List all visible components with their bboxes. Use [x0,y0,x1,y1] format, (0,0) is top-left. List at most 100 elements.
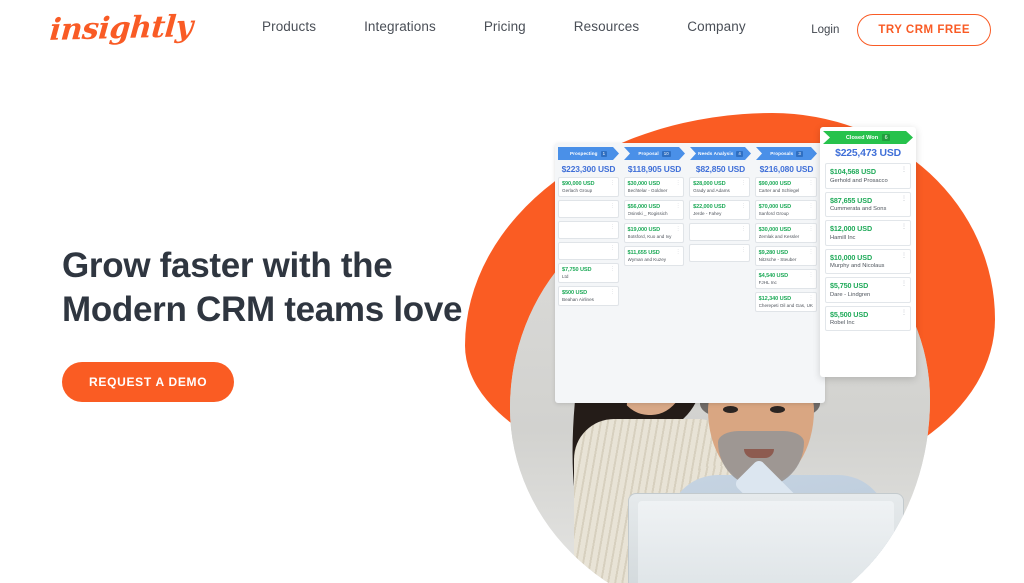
hero-title-line-1: Grow faster with the [62,246,393,285]
more-options-icon[interactable]: ⋮ [610,204,615,209]
nav-item-integrations[interactable]: Integrations [364,19,436,34]
deal-card[interactable]: ⋮ [558,200,619,218]
closed-won-deal-list: ⋮ $104,568 USD Gerhold and Prosacco ⋮ $8… [825,163,911,331]
pipeline-stage-proposals[interactable]: Proposals 3 [756,147,817,160]
more-options-icon[interactable]: ⋮ [808,204,813,209]
deal-amount: $5,500 USD [830,309,869,319]
deal-card[interactable]: ⋮ $19,000 USD Botsford, Kuo and Ivy [623,223,685,243]
more-options-icon[interactable]: ⋮ [808,250,813,255]
deal-card[interactable]: ⋮ [689,223,750,241]
more-options-icon[interactable]: ⋮ [610,267,615,272]
stage-count: 1 [602,151,606,156]
pipeline-stage-prospecting[interactable]: Prospecting 1 [558,147,619,160]
laptop-lid-inner [638,501,894,583]
deal-card[interactable]: ⋮ $5,500 USD Robel Inc [825,305,911,331]
laptop [628,493,904,583]
more-options-icon[interactable]: ⋮ [676,227,681,232]
deal-card[interactable]: ⋮ $56,000 USD Osinski _ Rogissich [623,200,685,220]
more-options-icon[interactable]: ⋮ [741,204,746,209]
deal-amount: $90,000 USD [758,180,792,187]
more-options-icon[interactable]: ⋮ [676,181,681,186]
crm-pipeline-board: Prospecting 1 Proposal 10 Needs Analysis… [555,143,825,403]
deal-organization: Wyman and Kuzey [627,257,667,262]
deal-card[interactable]: ⋮ $90,000 USD Carter and Schlegel [754,177,817,197]
more-options-icon[interactable]: ⋮ [610,290,615,295]
deal-organization: Sanford Group [758,211,789,216]
stage-count: 10 [663,151,669,156]
deal-organization: Cummerata and Sons [830,206,887,212]
more-options-icon[interactable]: ⋮ [610,181,615,186]
request-a-demo-button[interactable]: REQUEST A DEMO [62,362,235,402]
man-mouth [744,449,774,458]
more-options-icon[interactable]: ⋮ [676,204,681,209]
pipeline-column-proposal: ⋮ $30,000 USD Bechtelar - Goldner ⋮ $56,… [623,177,685,312]
deal-card[interactable]: ⋮ $30,000 USD Zemlak and Kessler [754,223,817,243]
nav-item-company[interactable]: Company [687,19,745,34]
nav-item-resources[interactable]: Resources [574,19,639,34]
primary-navigation: Products Integrations Pricing Resources … [262,19,746,34]
pipeline-columns: ⋮ $90,000 USD Gerlach Group ⋮ ⋮ ⋮ ⋮ $7,7… [558,177,822,312]
deal-card[interactable]: ⋮ $5,750 USD Dare - Lindgren [825,277,911,303]
deal-card[interactable]: ⋮ $12,000 USD Hamill Inc [825,220,911,246]
pipeline-stage-needs-analysis[interactable]: Needs Analysis 4 [690,147,751,160]
more-options-icon[interactable]: ⋮ [741,181,746,186]
more-options-icon[interactable]: ⋮ [901,281,907,287]
more-options-icon[interactable]: ⋮ [676,250,681,255]
deal-card[interactable]: ⋮ $28,000 USD Grady and Adams [689,177,750,197]
deal-card[interactable]: ⋮ $7,750 USD Ltd [558,263,619,283]
more-options-icon[interactable]: ⋮ [741,227,746,232]
more-options-icon[interactable]: ⋮ [808,227,813,232]
deal-organization: Hamill Inc [830,234,856,241]
deal-card[interactable]: ⋮ [689,244,750,262]
more-options-icon[interactable]: ⋮ [808,273,813,278]
more-options-icon[interactable]: ⋮ [901,167,907,173]
pipeline-column-prospecting: ⋮ $90,000 USD Gerlach Group ⋮ ⋮ ⋮ ⋮ $7,7… [558,177,619,312]
nav-item-products[interactable]: Products [262,19,316,34]
more-options-icon[interactable]: ⋮ [610,225,615,230]
deal-organization: Botsford, Kuo and Ivy [627,234,672,239]
hero-copy: Grow faster with the Modern CRM teams lo… [62,244,482,402]
deal-organization: Beahan Airlines [562,297,594,302]
deal-card[interactable]: ⋮ $4,540 USD FJHL Inc [754,269,817,289]
deal-card[interactable]: ⋮ $70,000 USD Sanford Group [754,200,817,220]
deal-card[interactable]: ⋮ $500 USD Beahan Airlines [558,286,619,306]
more-options-icon[interactable]: ⋮ [741,248,746,253]
more-options-icon[interactable]: ⋮ [610,246,615,251]
deal-card[interactable]: ⋮ $9,280 USD Nitzsche - Steuber [754,246,817,266]
more-options-icon[interactable]: ⋮ [901,310,907,316]
pipeline-stage-proposal[interactable]: Proposal 10 [624,147,685,160]
deal-card[interactable]: ⋮ [558,221,619,239]
stage-total-proposal: $118,905 USD [627,164,682,174]
deal-card[interactable]: ⋮ $30,000 USD Bechtelar - Goldner [623,177,685,197]
deal-organization: FJHL Inc [758,280,777,285]
deal-card[interactable]: ⋮ $90,000 USD Gerlach Group [558,177,619,197]
stage-label: Prospecting [569,151,598,156]
more-options-icon[interactable]: ⋮ [901,196,907,202]
deal-card[interactable]: ⋮ $11,655 USD Wyman and Kuzey [623,246,685,266]
man-eye-right [770,406,785,413]
deal-amount: $5,750 USD [830,281,869,290]
deal-card[interactable]: ⋮ $12,340 USD Cherepeti Oil and Gas, UK [754,292,817,312]
deal-organization: Murphy and Nicolaus [830,263,885,269]
deal-organization: Carter and Schlegel [758,188,800,193]
deal-card[interactable]: ⋮ $104,568 USD Gerhold and Prosacco [825,163,911,189]
deal-amount: $87,655 USD [830,195,873,205]
closed-won-stage-header[interactable]: Closed Won 6 [823,131,913,144]
nav-item-pricing[interactable]: Pricing [484,19,526,34]
pipeline-column-proposals: ⋮ $90,000 USD Carter and Schlegel ⋮ $70,… [754,177,817,312]
deal-card[interactable]: ⋮ $22,000 USD Jerde - Fahey [689,200,750,220]
try-crm-free-button[interactable]: TRY CRM FREE [857,14,991,46]
deal-amount: $70,000 USD [758,203,792,210]
deal-amount: $9,280 USD [758,249,789,256]
deal-amount: $90,000 USD [562,180,595,187]
deal-card[interactable]: ⋮ [558,242,619,260]
insightly-logo[interactable]: insightly [48,9,194,48]
deal-card[interactable]: ⋮ $87,655 USD Cummerata and Sons [825,191,911,217]
deal-card[interactable]: ⋮ $10,000 USD Murphy and Nicolaus [825,248,911,274]
deal-amount: $500 USD [562,289,588,296]
more-options-icon[interactable]: ⋮ [808,181,813,186]
more-options-icon[interactable]: ⋮ [901,224,907,230]
login-link[interactable]: Login [811,24,839,36]
more-options-icon[interactable]: ⋮ [901,253,907,259]
more-options-icon[interactable]: ⋮ [808,296,813,301]
